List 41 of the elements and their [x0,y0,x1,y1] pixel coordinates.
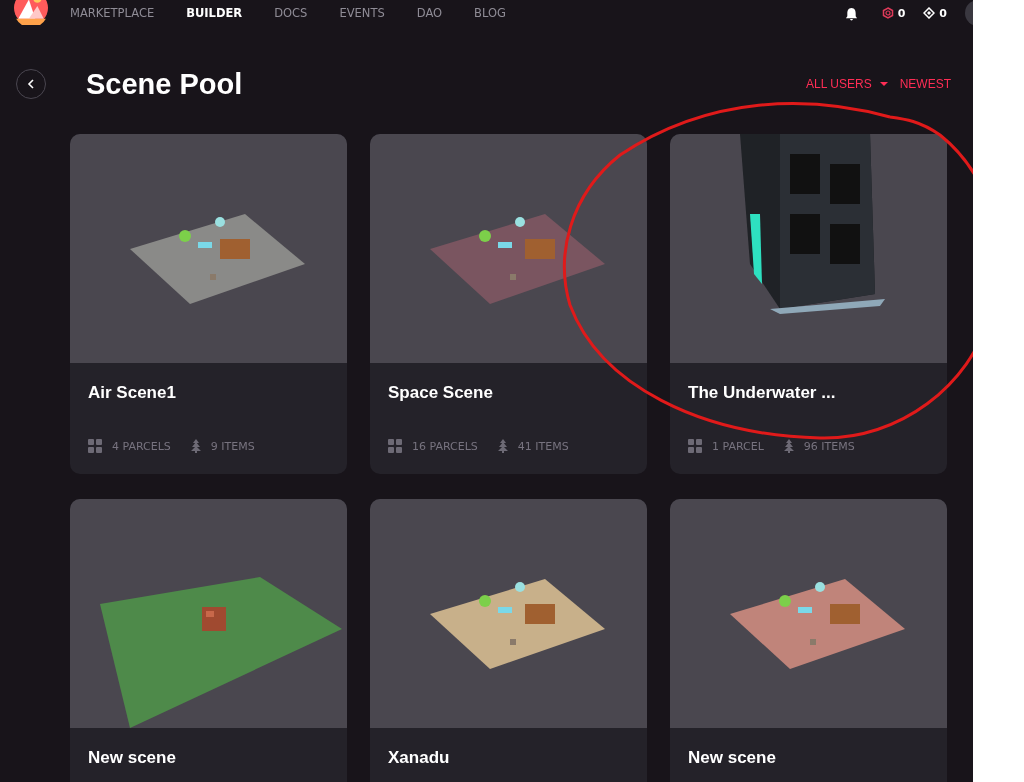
bell-icon[interactable] [844,5,858,21]
back-icon [27,79,35,89]
scene-card[interactable]: New scene [670,499,947,782]
diamond-icon [923,7,936,19]
land-count: 0 [939,6,947,20]
nav-link[interactable]: DOCS [274,6,308,20]
caret-icon [879,82,888,86]
item-count: 9 ITEMS [210,439,255,453]
grid-icon [388,439,402,453]
scene-name: Space Scene [388,383,494,403]
hexagon-icon [881,7,894,19]
logo-icon[interactable] [14,0,48,25]
sort-button[interactable]: NEWEST [899,77,951,91]
parcel-count: 16 PARCELS [412,439,478,453]
scene-name: New scene [88,748,177,768]
item-count: 96 ITEMS [803,439,855,453]
scene-card[interactable]: Space Scene 16 PARCELS 41 ITEMS [370,134,647,474]
users-dropdown[interactable]: ALL USERS [806,77,888,91]
grid-icon [88,439,102,453]
nav-link[interactable]: BLOG [474,6,506,20]
tree-icon [190,439,201,453]
parcel-count: 4 PARCELS [112,439,171,453]
scene-name: Air Scene1 [88,383,177,403]
nav-link[interactable]: EVENTS [339,6,385,20]
scene-card[interactable]: Air Scene1 4 PARCELS 9 ITEMS [70,134,347,474]
scene-name: New scene [688,748,777,768]
tree-icon [783,439,794,453]
scene-name: Xanadu [388,748,451,768]
page-title: Scene Pool [86,67,243,101]
scene-name: The Underwater ... [688,383,837,403]
item-count: 41 ITEMS [517,439,569,453]
mana-count: 0 [897,6,906,20]
grid-icon [688,439,702,453]
nav-link[interactable]: DAO [416,6,443,20]
nav-link[interactable]: MARKETPLACE [70,6,155,20]
scene-card[interactable]: Xanadu [370,499,647,782]
parcel-count: 1 PARCEL [712,439,764,453]
tree-icon [497,439,508,453]
nav-link[interactable]: BUILDER [186,6,243,20]
scene-card[interactable]: The Underwater ... 1 PARCEL 96 ITEMS [670,134,947,474]
scene-card[interactable]: New scene [70,499,347,782]
